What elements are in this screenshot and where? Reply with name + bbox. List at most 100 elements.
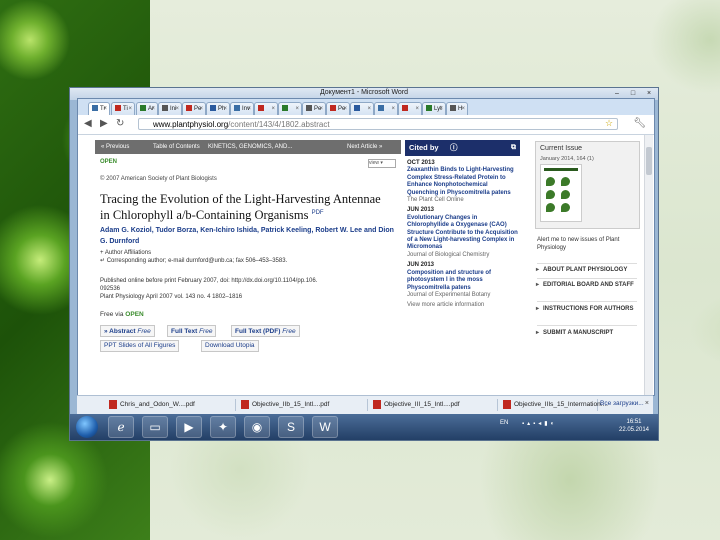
download-item[interactable]: Objective_IIb_15_Intl....pdf bbox=[239, 399, 368, 411]
tab[interactable]: Tr × bbox=[88, 102, 110, 116]
language-indicator[interactable]: EN bbox=[500, 420, 508, 426]
about-link[interactable]: ABOUT PLANT PHYSIOLOGY bbox=[536, 267, 637, 274]
tab-close-icon[interactable]: × bbox=[367, 103, 371, 115]
current-issue-box[interactable]: Current Issue January 2014, 164 (1) bbox=[535, 141, 640, 229]
current-issue-title: Current Issue bbox=[540, 145, 583, 152]
next-link[interactable]: Next Article » bbox=[347, 140, 382, 154]
tab[interactable]: H × bbox=[446, 102, 468, 116]
download-item[interactable]: Chris_and_Odon_W....pdf bbox=[107, 399, 236, 411]
app-icon[interactable]: ✦ bbox=[210, 416, 236, 438]
tab-strip: Tr × Ti × Ar × Ini × Pe × Ph × Inv × × × Pe × Pe × × × × Lyt × H × bbox=[78, 99, 654, 116]
issue-alert-link[interactable]: Alert me to new issues of Plant Physiolo… bbox=[537, 236, 637, 252]
chrome-browser: Tr × Ti × Ar × Ini × Pe × Ph × Inv × × × Pe × Pe × × × × Lyt × H ×… bbox=[77, 98, 655, 396]
tab[interactable]: Pe × bbox=[302, 102, 326, 116]
tab-close-icon[interactable]: × bbox=[175, 103, 179, 115]
view-more-link[interactable]: View more article information bbox=[407, 302, 519, 309]
article-title: Tracing the Evolution of the Light-Harve… bbox=[100, 192, 381, 223]
cited-by-title[interactable]: Composition and structure of photosystem… bbox=[407, 270, 519, 292]
word-title: Документ1 - Microsoft Word bbox=[319, 89, 409, 96]
submit-link[interactable]: SUBMIT A MANUSCRIPT bbox=[536, 330, 637, 337]
tray-icons[interactable]: ▪▴▪◂▮◐ bbox=[522, 420, 557, 427]
pdf-badge[interactable]: PDF bbox=[312, 210, 324, 216]
tab[interactable]: Lyt × bbox=[422, 102, 446, 116]
tab-close-icon[interactable]: × bbox=[415, 103, 419, 115]
leaf-icon bbox=[546, 190, 555, 199]
journal-cover-image[interactable] bbox=[540, 164, 582, 222]
pdf-icon bbox=[109, 399, 117, 409]
tab[interactable]: Ph × bbox=[206, 102, 230, 116]
full-text-link[interactable]: Full Text Free bbox=[167, 325, 217, 337]
cited-by-title[interactable]: Zeaxanthin Binds to Light-Harvesting Com… bbox=[407, 167, 519, 197]
tab[interactable]: Pe × bbox=[326, 102, 350, 116]
page-content: « Previous Table of Contents KINETICS, G… bbox=[78, 135, 654, 395]
tab-close-icon[interactable]: × bbox=[151, 103, 155, 115]
tab-close-icon[interactable]: × bbox=[461, 103, 465, 115]
toc-link[interactable]: Table of Contents bbox=[153, 140, 200, 154]
cited-by-heading: Cited by ⓘ ⧉ bbox=[405, 140, 520, 156]
info-icon[interactable]: ⓘ bbox=[450, 140, 458, 156]
cited-by-title[interactable]: Evolutionary Changes in Chlorophyllide a… bbox=[407, 215, 519, 252]
ie-icon[interactable]: ℯ bbox=[108, 416, 134, 438]
tab[interactable]: × bbox=[374, 102, 398, 116]
tab-close-icon[interactable]: × bbox=[103, 103, 107, 115]
tab[interactable]: × bbox=[278, 102, 302, 116]
show-all-downloads[interactable]: Все загрузки... bbox=[600, 400, 644, 407]
full-text-pdf-link[interactable]: Full Text (PDF) Free bbox=[231, 325, 300, 337]
open-access-tag: OPEN bbox=[100, 159, 118, 165]
close-downloads-icon[interactable]: × bbox=[645, 400, 649, 407]
tab[interactable]: × bbox=[350, 102, 374, 116]
tab-close-icon[interactable]: × bbox=[247, 103, 251, 115]
tab-close-icon[interactable]: × bbox=[271, 103, 275, 115]
reload-icon[interactable]: ↻ bbox=[116, 118, 124, 129]
abstract-link[interactable]: » Abstract Free bbox=[100, 325, 155, 337]
tab-close-icon[interactable]: × bbox=[319, 103, 323, 115]
authors[interactable]: Adam G. Koziol, Tudor Borza, Ken-Ichiro … bbox=[100, 225, 400, 247]
scrollbar-thumb[interactable] bbox=[646, 147, 652, 175]
start-button[interactable] bbox=[76, 416, 98, 438]
divider bbox=[537, 325, 637, 326]
favicon-icon bbox=[258, 105, 264, 112]
tab-close-icon[interactable]: × bbox=[295, 103, 299, 115]
download-item[interactable]: Objective_III_15_Intl....pdf bbox=[371, 399, 498, 411]
free-via: Free via OPEN bbox=[100, 311, 144, 318]
wrench-icon[interactable]: 🔧︎ bbox=[633, 118, 646, 129]
word-icon[interactable]: W bbox=[312, 416, 338, 438]
tab[interactable]: Inv × bbox=[230, 102, 254, 116]
doi-suffix: 092536 bbox=[100, 286, 121, 292]
clock[interactable]: 16:51 22.05.2014 bbox=[614, 418, 654, 434]
tab[interactable]: Ar × bbox=[136, 102, 158, 116]
download-item[interactable]: Objective_IIIs_15_Interrnation.... bbox=[501, 399, 608, 411]
editorial-board-link[interactable]: EDITORIAL BOARD AND STAFF bbox=[536, 282, 637, 289]
divider bbox=[537, 278, 637, 279]
tab[interactable]: × bbox=[254, 102, 278, 116]
star-icon[interactable]: ☆ bbox=[605, 118, 613, 129]
ppt-slides-link[interactable]: PPT Slides of All Figures bbox=[100, 340, 180, 352]
tab-close-icon[interactable]: × bbox=[128, 103, 132, 115]
chrome-icon[interactable]: ◉ bbox=[244, 416, 270, 438]
address-bar[interactable]: www.plantphysiol.org/content/143/4/1802.… bbox=[138, 118, 618, 130]
forward-icon[interactable]: ▶ bbox=[100, 118, 108, 129]
tab-close-icon[interactable]: × bbox=[439, 103, 443, 115]
tab[interactable]: × bbox=[398, 102, 422, 116]
tab-close-icon[interactable]: × bbox=[343, 103, 347, 115]
previous-link[interactable]: « Previous bbox=[101, 140, 129, 154]
leaf-icon bbox=[546, 177, 555, 186]
tab-close-icon[interactable]: × bbox=[223, 103, 227, 115]
skype-icon[interactable]: S bbox=[278, 416, 304, 438]
tab-close-icon[interactable]: × bbox=[391, 103, 395, 115]
tab[interactable]: Pe × bbox=[182, 102, 206, 116]
favicon-icon bbox=[162, 105, 168, 112]
folder-icon[interactable]: ▭ bbox=[142, 416, 168, 438]
publication-info: Published online before print February 2… bbox=[100, 277, 390, 301]
media-player-icon[interactable]: ▶ bbox=[176, 416, 202, 438]
view-select[interactable]: view ▾ bbox=[368, 159, 396, 168]
scrollbar[interactable] bbox=[644, 135, 653, 395]
tab[interactable]: Ti × bbox=[111, 102, 135, 116]
back-icon[interactable]: ◀ bbox=[84, 118, 92, 129]
download-utopia-link[interactable]: Download Utopia bbox=[201, 340, 259, 352]
author-affiliations-toggle[interactable]: + Author Affiliations bbox=[100, 249, 287, 257]
instructions-link[interactable]: INSTRUCTIONS FOR AUTHORS bbox=[536, 306, 637, 313]
expand-icon[interactable]: ⧉ bbox=[511, 140, 516, 156]
tab[interactable]: Ini × bbox=[158, 102, 182, 116]
tab-close-icon[interactable]: × bbox=[199, 103, 203, 115]
